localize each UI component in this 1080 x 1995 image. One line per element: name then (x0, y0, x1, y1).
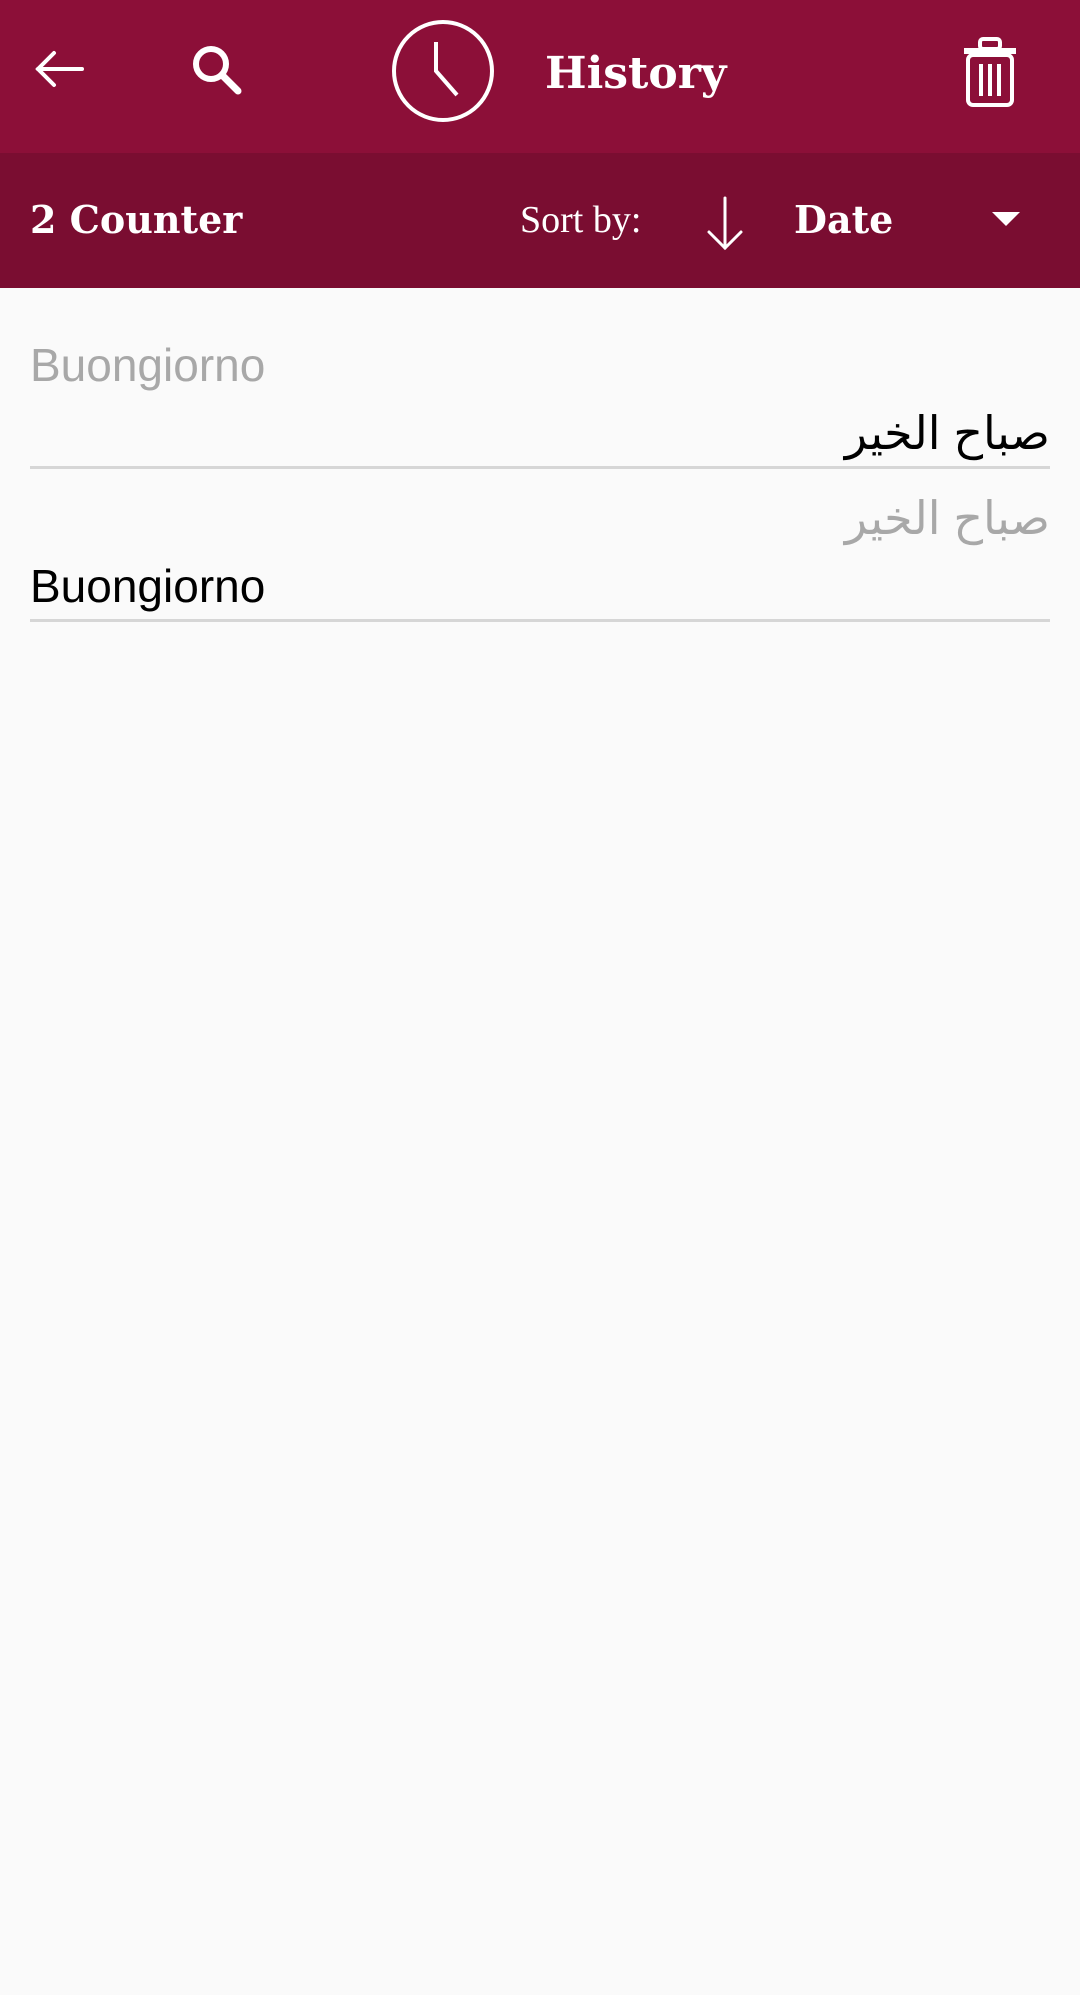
back-button[interactable] (30, 45, 90, 105)
app-bar: History (0, 0, 1080, 153)
sort-dropdown[interactable]: Date (794, 192, 1044, 248)
clock-icon (392, 20, 494, 122)
history-counter: 2 Counter (30, 197, 243, 242)
history-item[interactable]: صباح الخير Buongiorno (30, 488, 1050, 622)
history-item[interactable]: Buongiorno صباح الخير (30, 335, 1050, 469)
history-item-source: Buongiorno (30, 339, 266, 391)
search-icon (193, 46, 242, 95)
arrow-down-icon (707, 196, 743, 251)
caret-down-icon (992, 212, 1020, 226)
history-item-translation: صباح الخير (844, 407, 1050, 459)
sort-value: Date (794, 197, 894, 242)
delete-all-button[interactable] (960, 36, 1020, 108)
history-item-translation: Buongiorno (30, 560, 266, 612)
sort-toolbar: 2 Counter Sort by: Date (0, 153, 1080, 288)
search-button[interactable] (185, 38, 255, 108)
history-item-source: صباح الخير (844, 492, 1050, 544)
trash-icon (964, 37, 1016, 107)
sort-direction-button[interactable] (700, 194, 750, 254)
page-title: History (545, 48, 727, 99)
sort-label: Sort by: (520, 199, 642, 241)
arrow-left-icon (35, 51, 84, 87)
